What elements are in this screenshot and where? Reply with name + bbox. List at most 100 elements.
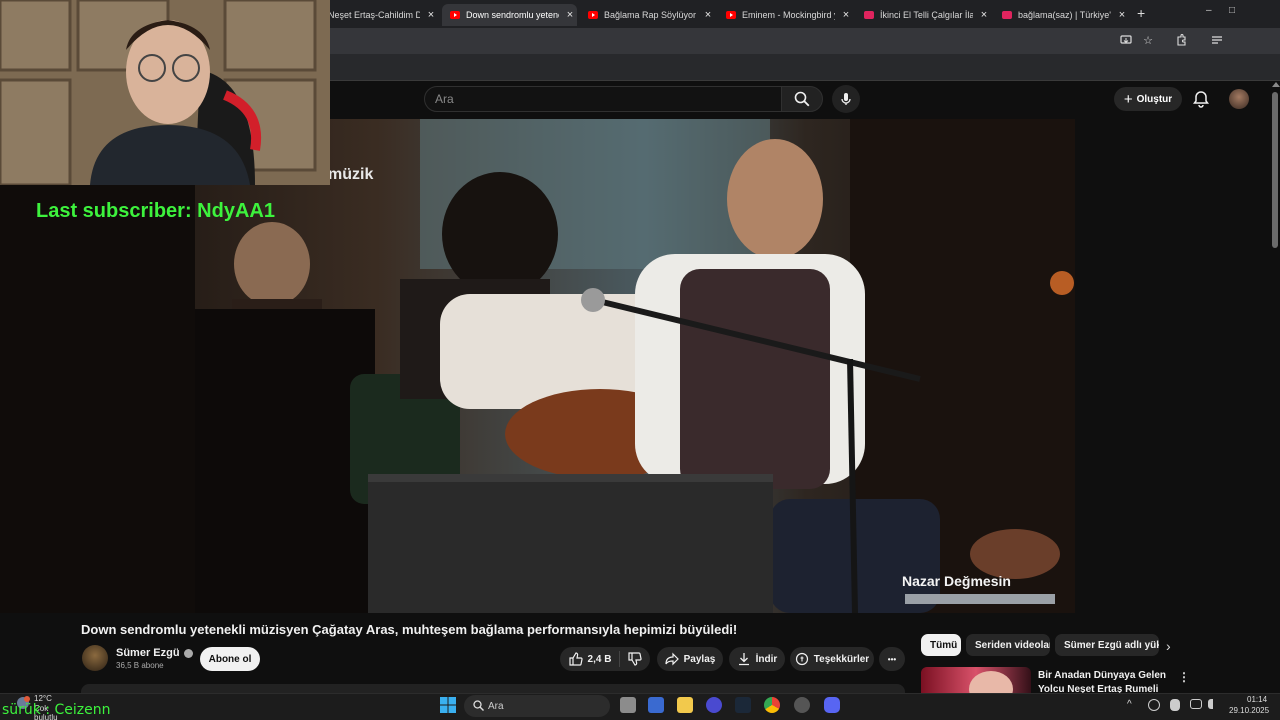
video-watermark: müzik (328, 166, 374, 183)
notifications-bell-icon[interactable] (1192, 90, 1210, 108)
dislike-button[interactable] (620, 647, 650, 671)
install-app-icon[interactable] (1119, 34, 1133, 48)
browser-tab[interactable]: Neşet Ertaş-Cahildim Dün × (320, 4, 438, 26)
widgets-app-icon[interactable] (648, 697, 664, 713)
tab-close-icon[interactable]: × (839, 9, 853, 21)
subscriber-count: 36,5 B abone (116, 661, 164, 670)
search-button[interactable] (781, 86, 823, 112)
share-arrow-icon (665, 652, 679, 666)
channel-name[interactable]: Sümer Ezgü (116, 647, 180, 659)
steam-icon[interactable] (735, 697, 751, 713)
video-player[interactable] (0, 119, 1075, 613)
tray-overflow-chevron-icon[interactable]: ^ (1127, 699, 1132, 710)
video-title: Down sendromlu yetenekli müzisyen Çağata… (81, 622, 738, 637)
last-subscriber-overlay: Last subscriber: NdyAA1 (36, 200, 275, 222)
webcam-overlay (0, 0, 330, 185)
bookmark-star-icon[interactable]: ☆ (1141, 34, 1155, 48)
browser-tab[interactable]: Eminem - Mockingbird y × (718, 4, 853, 26)
video-caption: Nazar Değmesin (902, 573, 1011, 589)
voice-search-button[interactable] (832, 85, 860, 113)
more-actions-button[interactable]: ••• (879, 647, 905, 671)
chip-all[interactable]: Tümü (921, 634, 961, 656)
reading-list-icon[interactable] (1210, 34, 1224, 48)
chrome-icon[interactable] (764, 697, 780, 713)
network-icon[interactable] (1190, 699, 1202, 709)
tab-title: Neşet Ertaş-Cahildim Dün (328, 10, 420, 20)
description-box[interactable] (81, 684, 905, 693)
recommended-thumbnail[interactable] (921, 667, 1031, 693)
chip-channel-uploads[interactable]: Sümer Ezgü adlı yükle (1055, 634, 1159, 656)
taskbar-search-placeholder: Ara (488, 700, 504, 712)
browser-tab-active[interactable]: Down sendromlu yetenek × (442, 4, 577, 26)
taskbar-search-input[interactable]: Ara (464, 695, 610, 717)
microphone-tray-icon[interactable] (1170, 699, 1180, 711)
tab-title: Eminem - Mockingbird y (742, 10, 835, 20)
like-button[interactable]: 2,4 B (560, 647, 620, 671)
file-explorer-icon[interactable] (677, 697, 693, 713)
new-tab-button[interactable]: + (1137, 5, 1145, 21)
thanks-button[interactable]: Teşekkürler (790, 647, 874, 671)
recommended-video-title[interactable]: Bir Anadan Dünyaya Gelen Yolcu Neşet Ert… (1038, 669, 1168, 693)
thanks-label: Teşekkürler (813, 653, 870, 665)
thumbs-up-icon (568, 652, 583, 666)
youtube-search-input[interactable]: Ara (424, 86, 782, 112)
site-favicon-icon (864, 11, 874, 19)
thumbs-down-icon (628, 652, 642, 666)
scroll-up-arrow-icon[interactable] (1272, 82, 1280, 87)
extensions-icon[interactable] (1174, 33, 1188, 48)
video-side-background (1075, 119, 1270, 613)
recommended-more-icon[interactable]: ⋮ (1178, 670, 1190, 684)
channel-avatar[interactable] (82, 645, 108, 671)
tab-title: Bağlama Rap Söylüyor :) ( (604, 10, 697, 20)
site-favicon-icon (1002, 11, 1012, 19)
account-avatar[interactable] (1229, 89, 1249, 109)
tab-title: bağlama(saz) | Türkiye'de (1018, 10, 1111, 20)
download-label: İndir (755, 653, 778, 665)
tab-title: Down sendromlu yetenek (466, 10, 559, 20)
stream-chat-overlay: sürük : Ceizenn (2, 702, 111, 718)
super-thanks-icon (795, 652, 808, 666)
chip-series[interactable]: Seriden videolar (966, 634, 1050, 656)
tab-close-icon[interactable]: × (424, 9, 438, 21)
clock-time[interactable]: 01:14 (1247, 695, 1267, 704)
sync-icon[interactable] (1148, 699, 1160, 711)
download-button[interactable]: İndir (729, 647, 785, 671)
taskbar-search-icon (473, 700, 484, 711)
browser-tab[interactable]: İkinci El Telli Çalgılar İlanl × (856, 4, 991, 26)
video-frame (0, 119, 1075, 613)
youtube-favicon-icon (726, 11, 736, 19)
minimize-button[interactable]: – (1206, 5, 1212, 16)
task-view-icon[interactable] (620, 697, 636, 713)
like-count: 2,4 B (587, 653, 612, 665)
app-icon[interactable] (706, 697, 722, 713)
channel-name-row[interactable]: Sümer Ezgü (116, 647, 193, 659)
create-button[interactable]: + Oluştur (1114, 87, 1182, 111)
share-label: Paylaş (683, 653, 716, 665)
tab-close-icon[interactable]: × (1115, 9, 1129, 21)
download-icon (738, 653, 749, 666)
discord-icon[interactable] (824, 697, 840, 713)
volume-icon[interactable] (1208, 699, 1218, 709)
browser-tab[interactable]: Bağlama Rap Söylüyor :) ( × (580, 4, 715, 26)
subscribe-button[interactable]: Abone ol (200, 647, 260, 671)
search-icon (794, 91, 810, 107)
browser-tab[interactable]: bağlama(saz) | Türkiye'de × (994, 4, 1129, 26)
chips-next-chevron-icon[interactable]: › (1166, 638, 1171, 654)
tab-close-icon[interactable]: × (563, 9, 577, 21)
windows-taskbar (0, 693, 1280, 720)
tab-title: İkinci El Telli Çalgılar İlanl (880, 10, 973, 20)
youtube-favicon-icon (588, 11, 598, 19)
windows-start-icon[interactable] (440, 697, 456, 713)
scrollbar-thumb[interactable] (1272, 92, 1278, 248)
share-button[interactable]: Paylaş (657, 647, 723, 671)
youtube-favicon-icon (450, 11, 460, 19)
plus-icon: + (1123, 90, 1133, 108)
microphone-icon (841, 93, 851, 105)
maximize-button[interactable]: □ (1229, 5, 1235, 16)
tab-close-icon[interactable]: × (701, 9, 715, 21)
tab-close-icon[interactable]: × (977, 9, 991, 21)
verified-check-icon (183, 648, 193, 658)
clock-date[interactable]: 29.10.2025 (1229, 706, 1269, 715)
obs-icon[interactable] (794, 697, 810, 713)
create-label: Oluştur (1136, 93, 1173, 105)
